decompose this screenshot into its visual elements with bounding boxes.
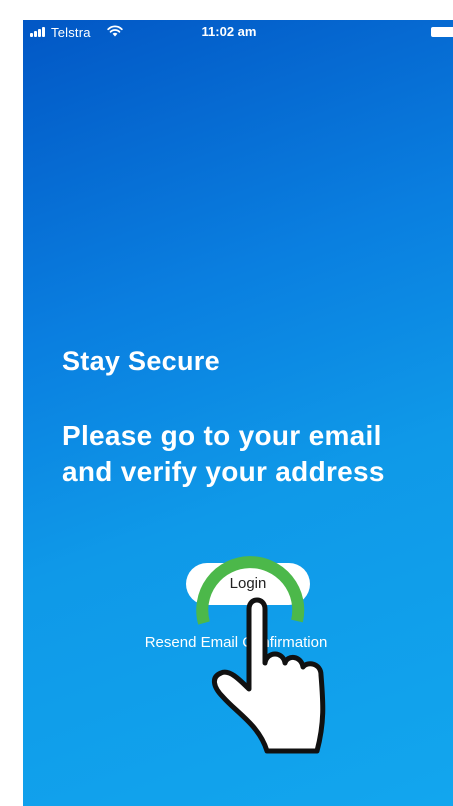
page-title: Stay Secure — [62, 346, 220, 376]
status-bar: Telstra 11:02 am — [23, 20, 453, 44]
status-time: 11:02 am — [201, 24, 257, 39]
tap-gesture-hand-icon — [212, 597, 326, 754]
battery-icon — [431, 27, 453, 37]
verify-email-message: Please go to your email and verify your … — [62, 420, 385, 487]
app-screen: Telstra 11:02 am Stay Secure Please go t… — [23, 20, 453, 806]
